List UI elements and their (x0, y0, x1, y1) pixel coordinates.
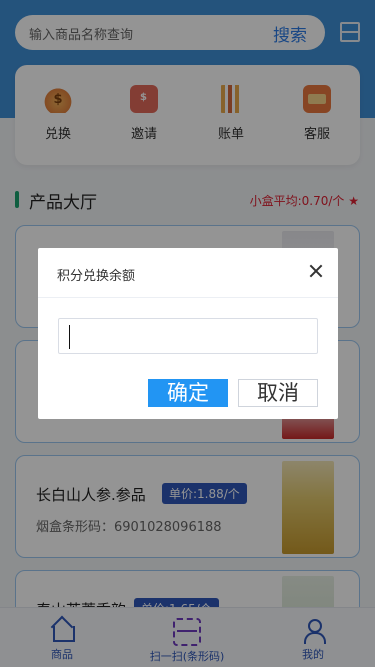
dialog-title: 积分兑换余额 (57, 269, 136, 284)
close-icon[interactable] (306, 261, 326, 281)
cancel-button[interactable]: 取消 (238, 379, 318, 407)
confirm-button[interactable]: 确定 (148, 379, 228, 407)
amount-input[interactable] (58, 318, 318, 354)
dialog-divider (38, 297, 338, 298)
exchange-dialog: 积分兑换余额 确定 取消 (38, 248, 338, 419)
